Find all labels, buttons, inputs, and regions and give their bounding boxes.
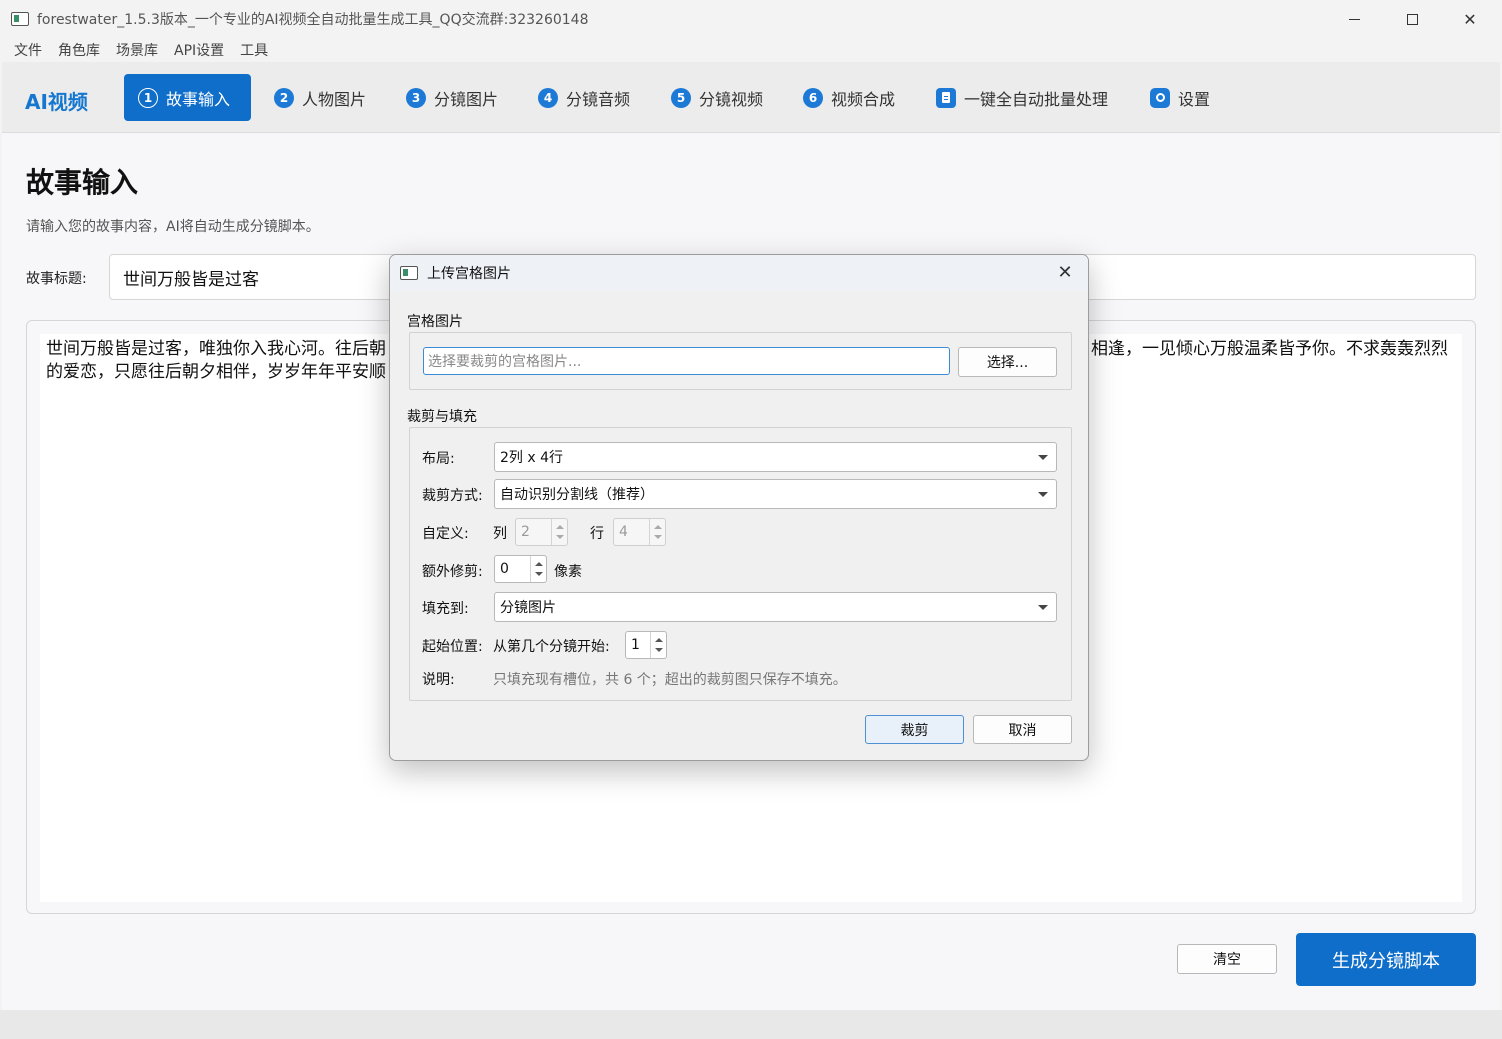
minimize-icon <box>1348 18 1360 20</box>
story-text-line-1-left: 世间万般皆是过客，唯独你入我心河。往后朝 <box>46 339 386 359</box>
extra-trim-label: 额外修剪: <box>422 564 483 580</box>
brand-logo: AI视频 <box>25 90 88 114</box>
step-3-icon: 3 <box>406 87 426 108</box>
note-text: 只填充现有槽位，共 6 个；超出的裁剪图只保存不填充。 <box>493 672 847 688</box>
start-position-label: 起始位置: <box>422 639 483 655</box>
dialog-app-icon <box>400 266 418 280</box>
dialog-title: 上传宫格图片 <box>427 266 511 282</box>
story-text-line-1-right: 相逢，一见倾心万般温柔皆予你。不求轰轰烈烈 <box>1091 339 1448 359</box>
step-6-icon: 6 <box>803 87 823 108</box>
chevron-down-icon <box>1038 455 1048 460</box>
tab-settings[interactable]: 设置 <box>1136 74 1224 121</box>
tab-batch-auto[interactable]: 一键全自动批量处理 <box>922 74 1122 121</box>
row-label: 行 <box>590 526 604 542</box>
extra-trim-unit: 像素 <box>554 564 582 580</box>
extra-trim-spinbox[interactable]: 0 <box>494 555 547 583</box>
start-position-spinbox[interactable]: 1 <box>625 631 667 659</box>
tab-storyboard-video[interactable]: 5 分镜视频 <box>657 74 777 121</box>
chevron-down-icon <box>1038 605 1048 610</box>
crop-button[interactable]: 裁剪 <box>865 715 964 744</box>
tab-storyboard-images[interactable]: 3 分镜图片 <box>392 74 512 121</box>
column-count-value: 2 <box>521 524 530 540</box>
page-title: 故事输入 <box>26 166 139 199</box>
page-description: 请输入您的故事内容，AI将自动生成分镜脚本。 <box>26 219 320 235</box>
grid-image-path-input[interactable]: 选择要裁剪的宫格图片... <box>423 347 950 375</box>
maximize-button[interactable] <box>1383 0 1441 38</box>
tab-label: 分镜音频 <box>566 89 631 109</box>
column-count-spinbox[interactable]: 2 <box>515 518 568 546</box>
spin-arrows-icon <box>650 632 666 658</box>
step-2-icon: 2 <box>274 87 294 108</box>
step-4-icon: 4 <box>538 87 558 108</box>
choose-file-button[interactable]: 选择... <box>958 347 1057 377</box>
menu-file[interactable]: 文件 <box>6 40 50 60</box>
tab-label: 分镜图片 <box>434 89 499 109</box>
menu-tools[interactable]: 工具 <box>232 40 276 60</box>
layout-select[interactable]: 2列 x 4行 <box>494 442 1057 472</box>
menu-characters[interactable]: 角色库 <box>50 40 108 60</box>
tab-label: 故事输入 <box>166 89 231 109</box>
row-count-spinbox[interactable]: 4 <box>613 518 666 546</box>
tab-character-images[interactable]: 2 人物图片 <box>260 74 380 121</box>
tab-label: 视频合成 <box>831 89 896 109</box>
step-1-icon: 1 <box>138 87 158 108</box>
chevron-down-icon <box>1038 492 1048 497</box>
dialog-close-icon[interactable]: ✕ <box>1054 261 1076 283</box>
crop-mode-value: 自动识别分割线（推荐） <box>500 487 654 503</box>
dialog-titlebar: 上传宫格图片 ✕ <box>390 255 1088 291</box>
extra-trim-value: 0 <box>500 561 509 577</box>
column-label: 列 <box>493 526 507 542</box>
status-bar <box>0 1010 1502 1039</box>
row-count-value: 4 <box>619 524 628 540</box>
tab-label: 人物图片 <box>302 89 367 109</box>
tab-video-compose[interactable]: 6 视频合成 <box>789 74 909 121</box>
grid-image-group-label: 宫格图片 <box>407 314 463 330</box>
cancel-button[interactable]: 取消 <box>973 715 1072 744</box>
generate-storyboard-button[interactable]: 生成分镜脚本 <box>1296 933 1476 986</box>
menu-scenes[interactable]: 场景库 <box>108 40 166 60</box>
spin-arrows-icon <box>551 519 567 545</box>
layout-label: 布局: <box>422 451 455 467</box>
tab-story-input[interactable]: 1 故事输入 <box>124 74 251 121</box>
tab-label: 分镜视频 <box>699 89 764 109</box>
layout-value: 2列 x 4行 <box>500 450 563 466</box>
crop-mode-label: 裁剪方式: <box>422 488 483 504</box>
start-position-value: 1 <box>631 637 640 653</box>
spin-arrows-icon <box>530 556 546 582</box>
note-label: 说明: <box>422 672 455 688</box>
minimize-button[interactable] <box>1325 0 1383 38</box>
step-navbar: AI视频 1 故事输入 2 人物图片 3 分镜图片 4 分镜音频 5 分镜视频 … <box>2 62 1500 133</box>
gear-icon <box>1150 87 1170 108</box>
upload-grid-image-dialog: 上传宫格图片 ✕ 宫格图片 选择要裁剪的宫格图片... 选择... 裁剪与填充 … <box>389 254 1089 761</box>
tab-label: 一键全自动批量处理 <box>964 89 1109 109</box>
custom-label: 自定义: <box>422 526 469 542</box>
app-icon <box>11 12 29 26</box>
fill-to-select[interactable]: 分镜图片 <box>494 592 1057 622</box>
menu-api-settings[interactable]: API设置 <box>166 40 232 60</box>
crop-mode-select[interactable]: 自动识别分割线（推荐） <box>494 479 1057 509</box>
spin-arrows-icon <box>649 519 665 545</box>
fill-to-label: 填充到: <box>422 601 469 617</box>
story-title-label: 故事标题: <box>26 271 87 287</box>
fill-to-value: 分镜图片 <box>500 600 556 616</box>
window-title: forestwater_1.5.3版本_一个专业的AI视频全自动批量生成工具_Q… <box>37 12 589 28</box>
crop-fill-group-label: 裁剪与填充 <box>407 409 477 425</box>
clear-button[interactable]: 清空 <box>1177 944 1277 974</box>
step-5-icon: 5 <box>671 87 691 108</box>
close-window-button[interactable]: ✕ <box>1441 0 1499 38</box>
document-icon <box>936 87 956 108</box>
menubar: 文件 角色库 场景库 API设置 工具 <box>0 38 1502 62</box>
window-titlebar: forestwater_1.5.3版本_一个专业的AI视频全自动批量生成工具_Q… <box>0 0 1502 38</box>
maximize-icon <box>1406 13 1418 25</box>
tab-label: 设置 <box>1178 89 1211 109</box>
start-position-text: 从第几个分镜开始: <box>493 639 610 655</box>
tab-storyboard-audio[interactable]: 4 分镜音频 <box>524 74 644 121</box>
